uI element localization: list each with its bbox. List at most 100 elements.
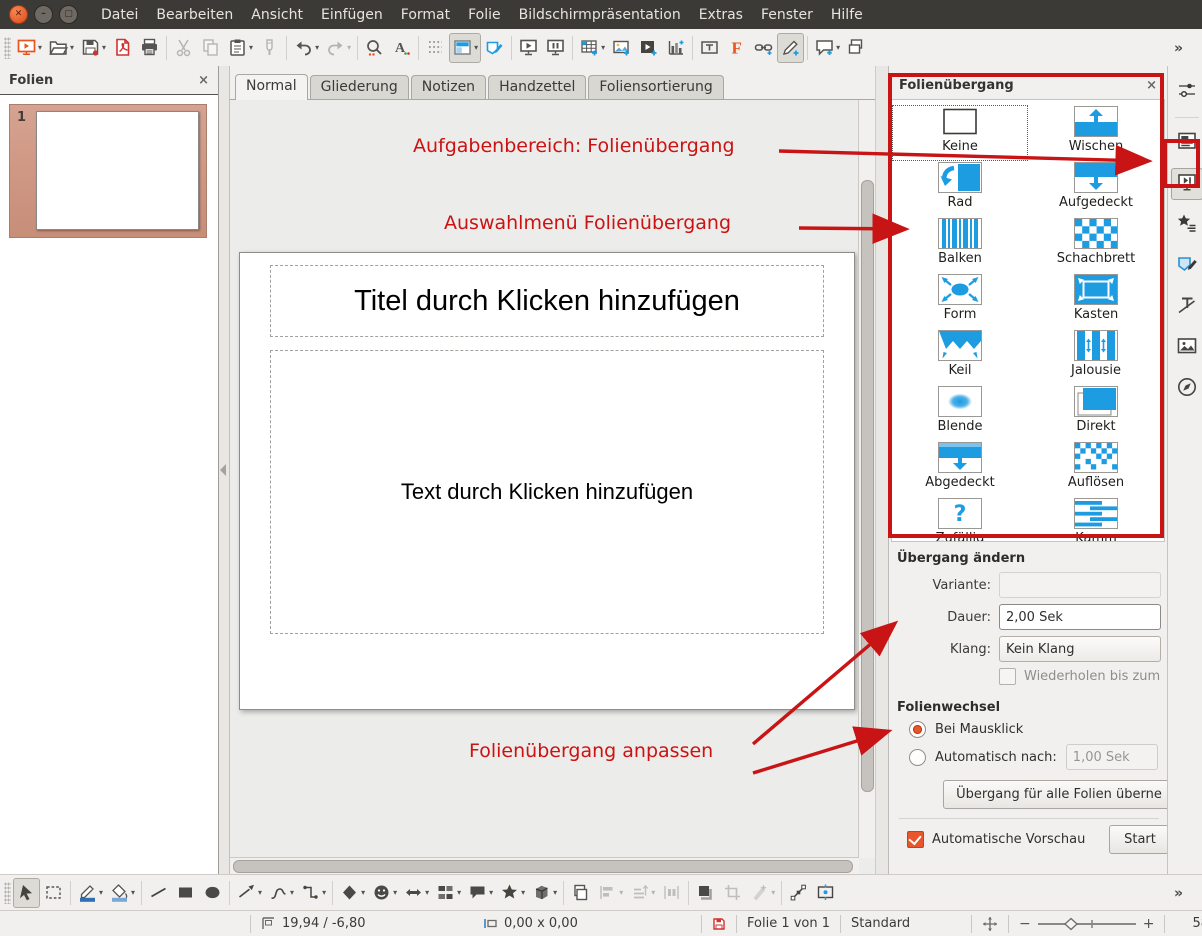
zoom-in-icon[interactable]: + xyxy=(1143,916,1155,932)
menu-hilfe[interactable]: Hilfe xyxy=(822,0,872,29)
clone-formatting-button[interactable] xyxy=(256,33,283,63)
layout-name-cell[interactable]: Standard xyxy=(841,916,971,931)
menu-bildschirmpräsentation[interactable]: Bildschirmpräsentation xyxy=(510,0,690,29)
start-presentation-button[interactable] xyxy=(515,33,542,63)
redo-button[interactable]: ▾ xyxy=(322,33,354,63)
slides-panel-close-icon[interactable]: × xyxy=(198,73,209,88)
open-button[interactable]: ▾ xyxy=(45,33,77,63)
loop-sound-checkbox[interactable] xyxy=(999,668,1016,685)
sound-dropdown[interactable]: Kein Klang xyxy=(999,636,1161,662)
transition-abgedeckt[interactable]: Abgedeckt xyxy=(892,441,1028,497)
transition-keil[interactable]: Keil xyxy=(892,329,1028,385)
variant-dropdown[interactable] xyxy=(999,572,1161,598)
symbol-shapes-button[interactable]: ▾ xyxy=(368,878,400,908)
slide-canvas[interactable]: Titel durch Klicken hinzufügen Text durc… xyxy=(239,252,855,710)
maximize-window-button[interactable]: ▢ xyxy=(59,5,78,24)
edit-mode-button[interactable] xyxy=(481,33,508,63)
display-grid-button[interactable] xyxy=(422,33,449,63)
rotate-button[interactable] xyxy=(567,878,594,908)
stars-banners-button[interactable]: ▾ xyxy=(496,878,528,908)
transition-zufällig[interactable]: ?Zufällig xyxy=(892,497,1028,542)
flowchart-button[interactable]: ▾ xyxy=(432,878,464,908)
transition-auflösen[interactable]: Auflösen xyxy=(1028,441,1164,497)
panel-splitter[interactable] xyxy=(219,66,230,874)
menu-datei[interactable]: Datei xyxy=(92,0,147,29)
callouts-button[interactable]: ▾ xyxy=(464,878,496,908)
menu-format[interactable]: Format xyxy=(392,0,459,29)
toolbar-overflow-button[interactable]: » xyxy=(1167,33,1194,63)
horizontal-scrollbar-thumb[interactable] xyxy=(233,860,853,873)
zoom-slider[interactable] xyxy=(1035,917,1139,931)
body-placeholder[interactable]: Text durch Klicken hinzufügen xyxy=(270,350,824,634)
close-window-button[interactable]: ✕ xyxy=(9,5,28,24)
transition-kamm[interactable]: Kamm xyxy=(1028,497,1164,542)
drawbar-grip[interactable] xyxy=(4,882,11,904)
shadow-button[interactable] xyxy=(692,878,719,908)
sidebar-tab-gallery[interactable] xyxy=(1171,332,1202,364)
on-mouse-click-radio[interactable] xyxy=(909,721,926,738)
distribute-button[interactable] xyxy=(658,878,685,908)
image-filter-button[interactable]: ▾ xyxy=(746,878,778,908)
insert-comment-button[interactable]: ▾ xyxy=(811,33,843,63)
menu-fenster[interactable]: Fenster xyxy=(752,0,822,29)
transition-wischen[interactable]: Wischen xyxy=(1028,105,1164,161)
save-button[interactable]: ▾ xyxy=(77,33,109,63)
undo-button[interactable]: ▾ xyxy=(290,33,322,63)
3d-objects-button[interactable]: ▾ xyxy=(528,878,560,908)
tab-foliensortierung[interactable]: Foliensortierung xyxy=(588,75,723,99)
transition-schachbrett[interactable]: Schachbrett xyxy=(1028,217,1164,273)
insert-textbox-button[interactable] xyxy=(696,33,723,63)
print-button[interactable] xyxy=(136,33,163,63)
tab-handzettel[interactable]: Handzettel xyxy=(488,75,586,99)
rectangle-button[interactable] xyxy=(172,878,199,908)
paste-button[interactable]: ▾ xyxy=(224,33,256,63)
cut-button[interactable] xyxy=(170,33,197,63)
present-pause-button[interactable] xyxy=(542,33,569,63)
title-placeholder[interactable]: Titel durch Klicken hinzufügen xyxy=(270,265,824,337)
insert-media-button[interactable] xyxy=(635,33,662,63)
menu-bearbeiten[interactable]: Bearbeiten xyxy=(147,0,242,29)
copy-button[interactable] xyxy=(197,33,224,63)
draw-pen-button[interactable] xyxy=(777,33,804,63)
fill-color-button[interactable]: ▾ xyxy=(106,878,138,908)
insert-chart-button[interactable] xyxy=(662,33,689,63)
crop-button[interactable] xyxy=(719,878,746,908)
transition-aufgedeckt[interactable]: Aufgedeckt xyxy=(1028,161,1164,217)
document-modified-cell[interactable] xyxy=(702,917,736,931)
zoom-slider-thumb[interactable] xyxy=(1065,918,1077,929)
tab-gliederung[interactable]: Gliederung xyxy=(310,75,409,99)
lines-arrows-button[interactable]: ▾ xyxy=(233,878,265,908)
line-color-button[interactable]: ▾ xyxy=(74,878,106,908)
edit-points-button[interactable] xyxy=(785,878,812,908)
view-layout-button[interactable]: ▾ xyxy=(449,33,481,63)
auto-after-input[interactable]: 1,00 Sek xyxy=(1066,744,1158,770)
sidebar-tab-styles[interactable] xyxy=(1171,291,1202,323)
menu-extras[interactable]: Extras xyxy=(690,0,752,29)
toolbar-overflow-button[interactable]: » xyxy=(1167,878,1194,908)
right-splitter[interactable] xyxy=(875,66,888,874)
connectors-button[interactable]: ▾ xyxy=(297,878,329,908)
transition-blende[interactable]: Blende xyxy=(892,385,1028,441)
auto-after-radio[interactable] xyxy=(909,749,926,766)
sidebar-tab-properties[interactable] xyxy=(1171,76,1202,108)
horizontal-scrollbar[interactable] xyxy=(230,857,859,874)
sidebar-tab-slide-transition[interactable] xyxy=(1171,168,1202,200)
special-character-button[interactable]: A xyxy=(388,33,415,63)
tab-normal[interactable]: Normal xyxy=(235,74,308,100)
zoom-out-icon[interactable]: − xyxy=(1019,916,1031,932)
insert-table-button[interactable]: ▾ xyxy=(576,33,608,63)
transition-rad[interactable]: Rad xyxy=(892,161,1028,217)
transition-balken[interactable]: Balken xyxy=(892,217,1028,273)
gluepoints-button[interactable] xyxy=(812,878,839,908)
apply-to-all-slides-button[interactable]: Übergang für alle Folien überne xyxy=(943,780,1167,809)
vertical-scrollbar[interactable] xyxy=(858,100,875,858)
zoom-marquee-button[interactable] xyxy=(40,878,67,908)
insert-image-button[interactable] xyxy=(608,33,635,63)
menu-einfügen[interactable]: Einfügen xyxy=(312,0,392,29)
duration-input[interactable]: 2,00 Sek xyxy=(999,604,1161,630)
export-pdf-button[interactable] xyxy=(109,33,136,63)
line-button[interactable] xyxy=(145,878,172,908)
sidebar-tab-shapes[interactable] xyxy=(1171,250,1202,282)
ellipse-button[interactable] xyxy=(199,878,226,908)
sidebar-tab-animation[interactable] xyxy=(1171,209,1202,241)
